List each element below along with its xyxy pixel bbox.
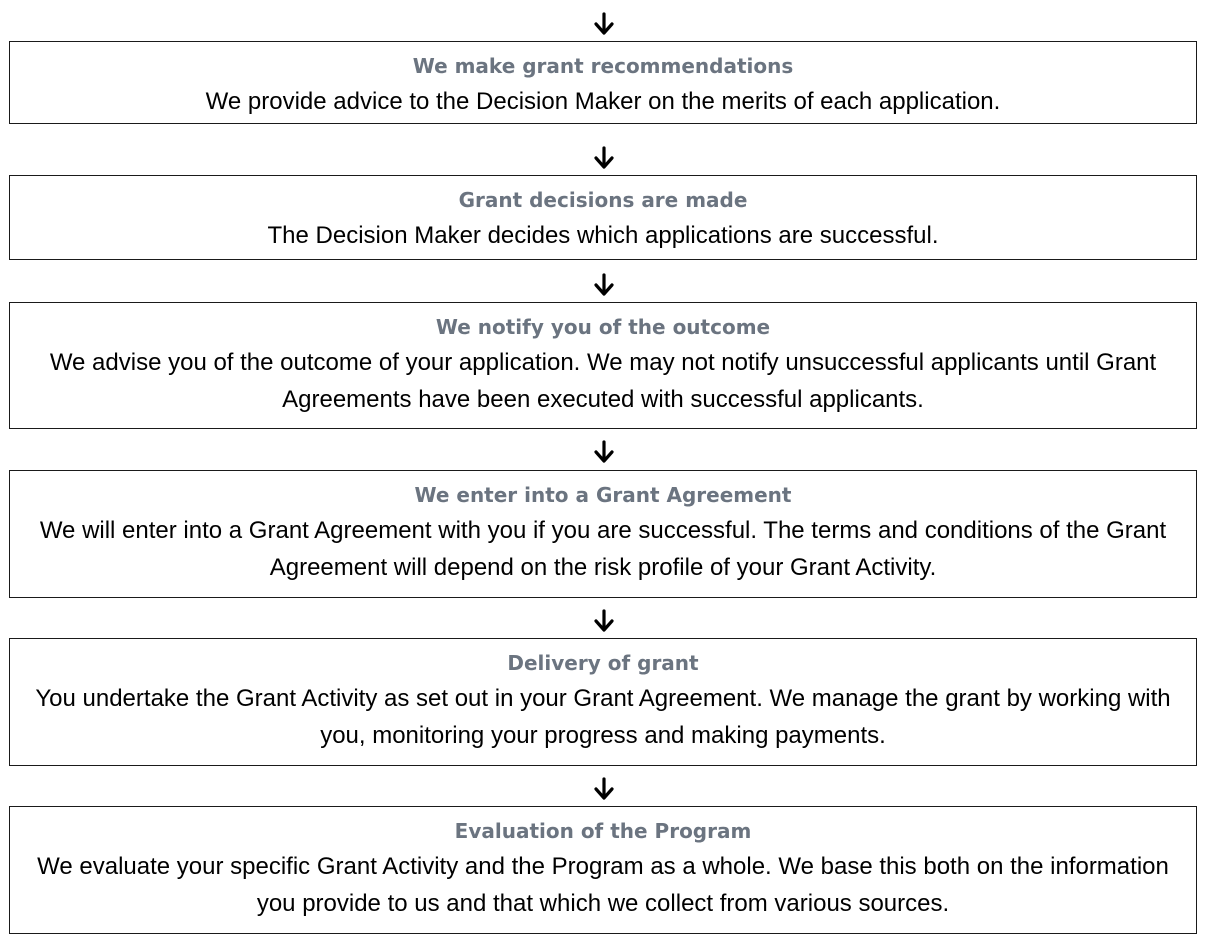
step-text: We evaluate your specific Grant Activity…	[37, 853, 1169, 917]
down-arrow-icon	[594, 273, 614, 296]
step-title: Delivery of grant	[507, 651, 699, 675]
step-title: We notify you of the outcome	[435, 315, 771, 339]
step-text: You undertake the Grant Activity as set …	[35, 685, 1171, 749]
step-text: We provide advice to the Decision Maker …	[205, 88, 1001, 115]
step-box-recommendations: We make grant recommendations We provide…	[9, 41, 1197, 124]
step-box-notify: We notify you of the outcome We advise y…	[9, 302, 1197, 429]
step-text: We advise you of the outcome of your app…	[49, 349, 1157, 413]
process-flowchart: We make grant recommendations We provide…	[0, 0, 1208, 934]
down-arrow-icon	[594, 609, 614, 632]
step-title: We make grant recommendations	[412, 54, 794, 78]
step-title: Grant decisions are made	[458, 188, 748, 212]
step-text: The Decision Maker decides which applica…	[267, 222, 939, 249]
down-arrow-icon	[594, 12, 614, 35]
step-box-decisions: Grant decisions are made The Decision Ma…	[9, 175, 1197, 260]
step-text: We will enter into a Grant Agreement wit…	[39, 517, 1167, 581]
step-title: Evaluation of the Program	[454, 819, 752, 843]
down-arrow-icon	[594, 440, 614, 463]
step-box-evaluation: Evaluation of the Program We evaluate yo…	[9, 806, 1197, 934]
step-box-grant-agreement: We enter into a Grant Agreement We will …	[9, 470, 1197, 598]
down-arrow-icon	[594, 146, 614, 169]
step-box-delivery: Delivery of grant You undertake the Gran…	[9, 638, 1197, 766]
down-arrow-icon	[594, 777, 614, 800]
step-title: We enter into a Grant Agreement	[414, 483, 792, 507]
